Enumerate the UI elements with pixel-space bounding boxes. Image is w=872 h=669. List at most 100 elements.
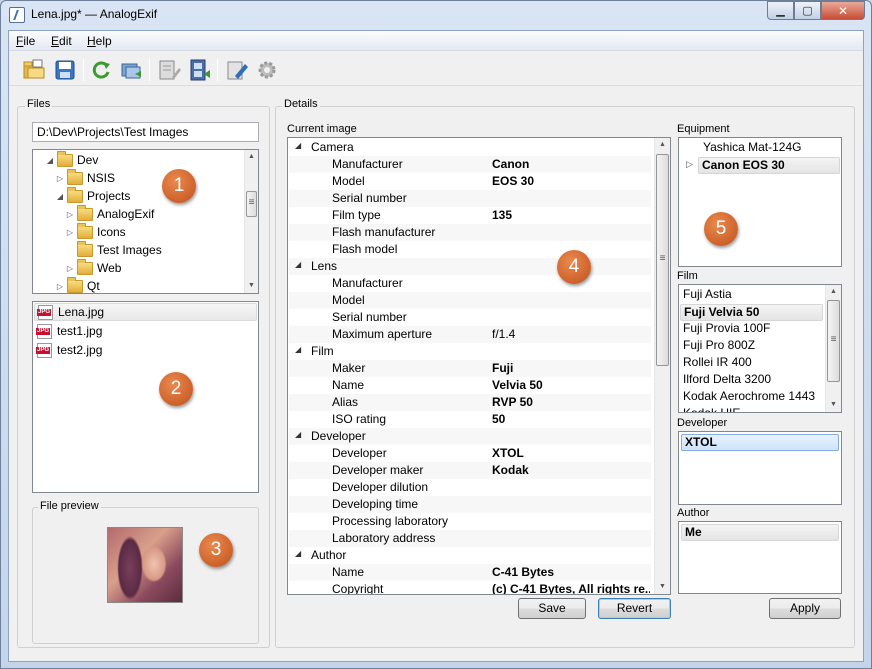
collapse-arrow-icon[interactable]: ◢ — [295, 141, 301, 150]
folder-icon — [67, 276, 83, 293]
property-row[interactable]: Copyright (c) C-41 Bytes, All rights re..… — [289, 581, 651, 594]
menu-edit[interactable]: Edit — [51, 34, 72, 48]
minimize-button[interactable]: ▁ — [767, 1, 794, 20]
property-category[interactable]: ◢ Camera — [289, 139, 651, 156]
property-value[interactable]: Velvia 50 — [492, 378, 650, 392]
property-value[interactable]: C-41 Bytes — [492, 565, 650, 579]
apply-button[interactable]: Apply — [769, 598, 841, 619]
tree-item-icons[interactable]: ▷ Icons — [65, 222, 126, 241]
property-category[interactable]: ◢ Developer — [289, 428, 651, 445]
menu-file[interactable]: File — [16, 34, 35, 48]
property-row[interactable]: Laboratory address — [289, 530, 651, 547]
file-item-test2[interactable]: test2.jpg — [34, 341, 257, 359]
film-item[interactable]: Kodak HIE — [680, 406, 823, 412]
property-category[interactable]: ◢ Film — [289, 343, 651, 360]
tree-item-test-images[interactable]: Test Images — [65, 240, 162, 259]
open-folder-icon[interactable] — [22, 58, 46, 82]
tree-item-nsis[interactable]: ▷ NSIS — [55, 168, 115, 187]
author-list[interactable]: Me — [678, 521, 842, 594]
property-value[interactable]: (c) C-41 Bytes, All rights re... — [492, 582, 650, 594]
tree-item-qt[interactable]: ▷ Qt — [55, 276, 100, 293]
folder-icon — [67, 186, 83, 203]
tree-scrollbar[interactable]: ▲▼ — [244, 150, 258, 293]
save-button[interactable]: Save — [518, 598, 586, 619]
property-value[interactable]: 50 — [492, 412, 650, 426]
equipment-item[interactable]: Yashica Mat-124G — [700, 140, 840, 157]
property-value[interactable]: RVP 50 — [492, 395, 650, 409]
menu-help[interactable]: Help — [87, 34, 112, 48]
properties-table[interactable]: ◢ Camera Manufacturer Canon Model EOS 30 Seria… — [287, 137, 671, 595]
property-category[interactable]: ◢ Lens — [289, 258, 651, 275]
save-icon[interactable] — [53, 58, 77, 82]
property-row[interactable]: Serial number — [289, 309, 651, 326]
file-item-test1[interactable]: test1.jpg — [34, 322, 257, 340]
property-category[interactable]: ◢ Author — [289, 547, 651, 564]
property-row[interactable]: Manufacturer — [289, 275, 651, 292]
film-item[interactable]: Kodak Aerochrome 1443 — [680, 389, 823, 406]
developer-list[interactable]: XTOL — [678, 431, 842, 505]
revert-button[interactable]: Revert — [598, 598, 671, 619]
film-list[interactable]: Fuji Astia Fuji Velvia 50 Fuji Provia 100F… — [678, 284, 842, 413]
expand-arrow-icon[interactable]: ▷ — [686, 159, 693, 170]
equipment-item[interactable]: Canon EOS 30 — [698, 157, 840, 174]
reload-icon[interactable] — [89, 58, 113, 82]
property-row[interactable]: Developing time — [289, 496, 651, 513]
property-row[interactable]: Developer maker Kodak — [289, 462, 651, 479]
collapse-arrow-icon[interactable]: ◢ — [295, 345, 301, 354]
collapse-arrow-icon[interactable]: ◢ — [295, 260, 301, 269]
copy-metadata-icon[interactable] — [225, 58, 249, 82]
film-item[interactable]: Fuji Astia — [680, 287, 823, 304]
property-row[interactable]: Serial number — [289, 190, 651, 207]
equipment-list[interactable]: Yashica Mat-124G Canon EOS 30 ▷ — [678, 137, 842, 267]
property-value[interactable]: Fuji — [492, 361, 650, 375]
property-row[interactable]: Name Velvia 50 — [289, 377, 651, 394]
property-row[interactable]: Developer dilution — [289, 479, 651, 496]
property-row[interactable]: Maximum aperture f/1.4 — [289, 326, 651, 343]
tree-item-web[interactable]: ▷ Web — [65, 258, 121, 277]
property-row[interactable]: Alias RVP 50 — [289, 394, 651, 411]
collapse-arrow-icon[interactable]: ◢ — [295, 549, 301, 558]
edit-metadata-icon[interactable] — [157, 58, 181, 82]
property-row[interactable]: Film type 135 — [289, 207, 651, 224]
property-row[interactable]: ISO rating 50 — [289, 411, 651, 428]
tree-item-dev[interactable]: ◢ Dev — [45, 150, 98, 169]
folder-tree[interactable]: ◢ Dev ▷ NSIS ◢ Projects ▷ AnalogExif ▷ Icons … — [32, 149, 259, 294]
property-row[interactable]: Flash model — [289, 241, 651, 258]
property-row[interactable]: Flash manufacturer — [289, 224, 651, 241]
collapse-arrow-icon[interactable]: ◢ — [295, 430, 301, 439]
settings-gear-icon[interactable] — [255, 58, 279, 82]
property-row[interactable]: Developer XTOL — [289, 445, 651, 462]
property-value[interactable]: 135 — [492, 208, 650, 222]
file-list[interactable]: Lena.jpg test1.jpg test2.jpg — [32, 301, 259, 493]
close-button[interactable]: ✕ — [821, 1, 865, 20]
property-value[interactable]: f/1.4 — [492, 327, 650, 341]
file-item-lena[interactable]: Lena.jpg — [34, 303, 257, 321]
property-row[interactable]: Maker Fuji — [289, 360, 651, 377]
tree-item-analogexif[interactable]: ▷ AnalogExif — [65, 204, 154, 223]
batch-open-icon[interactable] — [119, 58, 143, 82]
property-row[interactable]: Model — [289, 292, 651, 309]
property-row[interactable]: Manufacturer Canon — [289, 156, 651, 173]
film-item[interactable]: Fuji Provia 100F — [680, 321, 823, 338]
path-field[interactable]: D:\Dev\Projects\Test Images — [32, 122, 259, 142]
developer-item[interactable]: XTOL — [681, 434, 839, 451]
jpg-file-icon — [36, 342, 52, 358]
film-item[interactable]: Ilford Delta 3200 — [680, 372, 823, 389]
author-item[interactable]: Me — [681, 524, 839, 541]
property-row[interactable]: Processing laboratory — [289, 513, 651, 530]
property-row[interactable]: Model EOS 30 — [289, 173, 651, 190]
details-group-label: Details — [282, 98, 320, 110]
property-value[interactable]: Canon — [492, 157, 650, 171]
tree-item-projects[interactable]: ◢ Projects — [55, 186, 130, 205]
properties-scrollbar[interactable]: ▲▼ — [654, 138, 670, 594]
maximize-button[interactable]: ▢ — [794, 1, 821, 20]
film-item[interactable]: Rollei IR 400 — [680, 355, 823, 372]
film-item[interactable]: Fuji Velvia 50 — [680, 304, 823, 321]
property-value[interactable]: EOS 30 — [492, 174, 650, 188]
property-value[interactable]: XTOL — [492, 446, 650, 460]
film-item[interactable]: Fuji Pro 800Z — [680, 338, 823, 355]
film-metadata-icon[interactable] — [187, 58, 211, 82]
film-scrollbar[interactable]: ▲▼ — [825, 285, 841, 412]
property-row[interactable]: Name C-41 Bytes — [289, 564, 651, 581]
property-value[interactable]: Kodak — [492, 463, 650, 477]
